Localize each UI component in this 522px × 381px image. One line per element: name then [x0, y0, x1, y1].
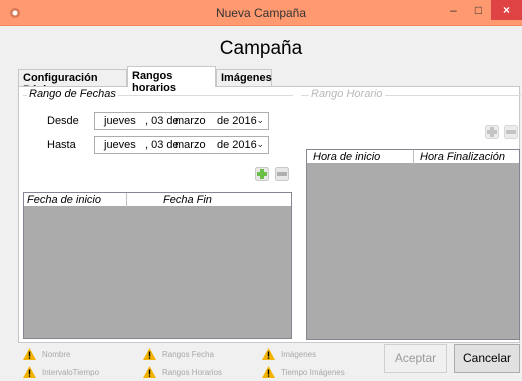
warning-icon: [143, 348, 156, 360]
column-separator: [413, 150, 414, 164]
fechas-grid-header: Fecha de inicio Fecha Fin: [24, 193, 291, 207]
col-fecha-inicio[interactable]: Fecha de inicio: [27, 194, 101, 206]
warning-icon: [23, 348, 36, 360]
minimize-button[interactable]: –: [441, 0, 466, 20]
warning-label: Rangos Horarios: [162, 368, 223, 377]
desde-weekday: jueves: [104, 115, 136, 127]
desde-day: , 03 de: [145, 115, 179, 127]
hasta-datepicker[interactable]: jueves , 03 de marzo de 2016 ⌄: [94, 136, 269, 154]
warning-icon: [262, 348, 275, 360]
remove-hora-button[interactable]: [504, 125, 518, 139]
horas-grid-header: Hora de inicio Hora Finalización: [307, 150, 519, 164]
col-hora-finalizacion[interactable]: Hora Finalización: [420, 151, 505, 163]
warning-icon: [143, 366, 156, 378]
warning-label: Nombre: [42, 350, 71, 359]
tab-imagenes[interactable]: Imágenes: [216, 69, 272, 86]
warning-label: IntervaloTiempo: [42, 368, 100, 377]
horas-grid[interactable]: Hora de inicio Hora Finalización: [306, 149, 520, 340]
add-hora-button[interactable]: [485, 125, 499, 139]
warning-label: Tiempo Imágenes: [281, 368, 345, 377]
hasta-year: de 2016: [217, 139, 257, 151]
col-hora-inicio[interactable]: Hora de inicio: [313, 151, 380, 163]
cancelar-button[interactable]: Cancelar: [454, 344, 520, 373]
title-bar: Nueva Campaña – □ ×: [0, 0, 522, 26]
page-title: Campaña: [219, 38, 303, 59]
column-separator: [126, 193, 127, 207]
remove-fecha-button[interactable]: [275, 167, 289, 181]
chevron-down-icon[interactable]: ⌄: [256, 115, 264, 126]
desde-year: de 2016: [217, 115, 257, 127]
tab-configuracion-basica[interactable]: Configuración Básica: [18, 69, 127, 96]
close-button[interactable]: ×: [491, 0, 522, 20]
warning-label: Rangos Fecha: [162, 350, 215, 359]
desde-datepicker[interactable]: jueves , 03 de marzo de 2016 ⌄: [94, 112, 269, 130]
desde-month: marzo: [175, 115, 206, 127]
tab-page-rangos: Rango de Fechas Desde jueves , 03 de mar…: [18, 86, 521, 343]
hasta-weekday: jueves: [104, 139, 136, 151]
hasta-month: marzo: [175, 139, 206, 151]
warning-label: Imágenes: [281, 350, 317, 359]
col-fecha-fin[interactable]: Fecha Fin: [163, 194, 212, 206]
warning-icon: [23, 366, 36, 378]
maximize-button[interactable]: □: [466, 0, 491, 20]
aceptar-button[interactable]: Aceptar: [384, 344, 447, 373]
hasta-label: Hasta: [47, 139, 76, 151]
rango-fechas-legend: Rango de Fechas: [27, 88, 118, 100]
desde-label: Desde: [47, 115, 79, 127]
fechas-grid[interactable]: Fecha de inicio Fecha Fin: [23, 192, 292, 339]
chevron-down-icon[interactable]: ⌄: [256, 139, 264, 150]
form-body: Campaña Configuración Básica Rangos hora…: [0, 26, 522, 381]
add-fecha-button[interactable]: [255, 167, 269, 181]
tab-rangos-horarios[interactable]: Rangos horarios: [127, 66, 216, 94]
rango-horario-legend: Rango Horario: [309, 88, 385, 100]
warning-icon: [262, 366, 275, 378]
hasta-day: , 03 de: [145, 139, 179, 151]
